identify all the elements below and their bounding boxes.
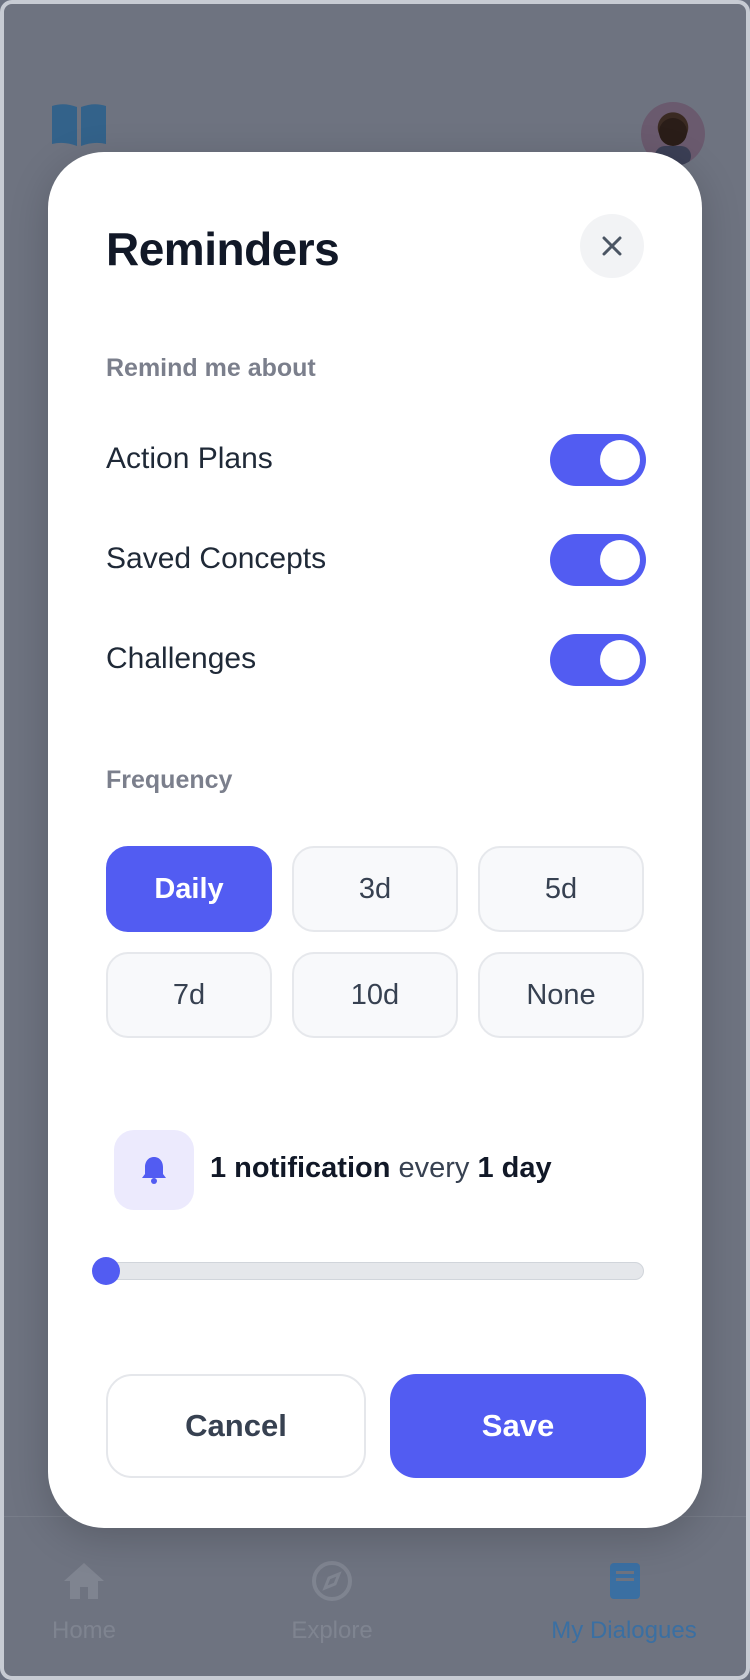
tab-home-label: Home bbox=[51, 1617, 117, 1644]
notification-every-text: every bbox=[398, 1152, 470, 1184]
frequency-option-10d[interactable]: 10d bbox=[292, 952, 458, 1038]
toggle-knob bbox=[600, 640, 640, 680]
action-plans-label: Action Plans bbox=[106, 442, 273, 475]
home-icon bbox=[64, 1563, 104, 1599]
frequency-option-3d[interactable]: 3d bbox=[292, 846, 458, 932]
toggle-knob bbox=[600, 540, 640, 580]
frequency-option-none[interactable]: None bbox=[478, 952, 644, 1038]
toggle-row-saved-concepts: Saved Concepts bbox=[106, 534, 646, 588]
frequency-option-daily[interactable]: Daily bbox=[106, 846, 272, 932]
notification-text: 1 notification every 1 day bbox=[210, 1152, 552, 1185]
close-button[interactable] bbox=[580, 214, 644, 278]
frequency-slider-track[interactable] bbox=[106, 1262, 644, 1280]
toggle-row-action-plans: Action Plans bbox=[106, 434, 646, 488]
toggle-knob bbox=[600, 440, 640, 480]
book-icon bbox=[610, 1563, 640, 1599]
reminders-modal: Reminders Remind me about Action Plans S… bbox=[48, 152, 702, 1528]
bottom-tab-bar: Home Explore My Dialogues bbox=[4, 1516, 746, 1676]
saved-concepts-label: Saved Concepts bbox=[106, 542, 327, 575]
cancel-button[interactable]: Cancel bbox=[106, 1374, 366, 1478]
challenges-toggle[interactable] bbox=[550, 634, 646, 686]
frequency-option-7d[interactable]: 7d bbox=[106, 952, 272, 1038]
save-button[interactable]: Save bbox=[390, 1374, 646, 1478]
open-book-logo-icon bbox=[52, 104, 106, 146]
close-icon bbox=[602, 236, 622, 256]
tab-home[interactable]: Home bbox=[4, 1557, 184, 1645]
tab-explore-label: Explore bbox=[291, 1617, 373, 1644]
notification-count-text: 1 notification bbox=[210, 1152, 391, 1184]
saved-concepts-toggle[interactable] bbox=[550, 534, 646, 586]
frequency-slider-thumb[interactable] bbox=[92, 1257, 120, 1285]
modal-title: Reminders bbox=[106, 223, 340, 275]
action-plans-toggle[interactable] bbox=[550, 434, 646, 486]
toggle-row-challenges: Challenges bbox=[106, 634, 646, 688]
frequency-label: Frequency bbox=[106, 766, 233, 794]
tab-explore[interactable]: Explore bbox=[232, 1557, 432, 1645]
tab-my-dialogues[interactable]: My Dialogues bbox=[524, 1557, 724, 1645]
tab-my-dialogues-label: My Dialogues bbox=[551, 1617, 697, 1644]
notification-summary: 1 notification every 1 day bbox=[114, 1130, 634, 1210]
bell-badge bbox=[114, 1130, 194, 1210]
notification-interval-text: 1 day bbox=[477, 1152, 552, 1184]
bell-icon bbox=[142, 1157, 166, 1184]
remind-me-about-label: Remind me about bbox=[106, 354, 316, 382]
frequency-option-5d[interactable]: 5d bbox=[478, 846, 644, 932]
compass-icon bbox=[312, 1561, 352, 1601]
challenges-label: Challenges bbox=[106, 642, 257, 675]
